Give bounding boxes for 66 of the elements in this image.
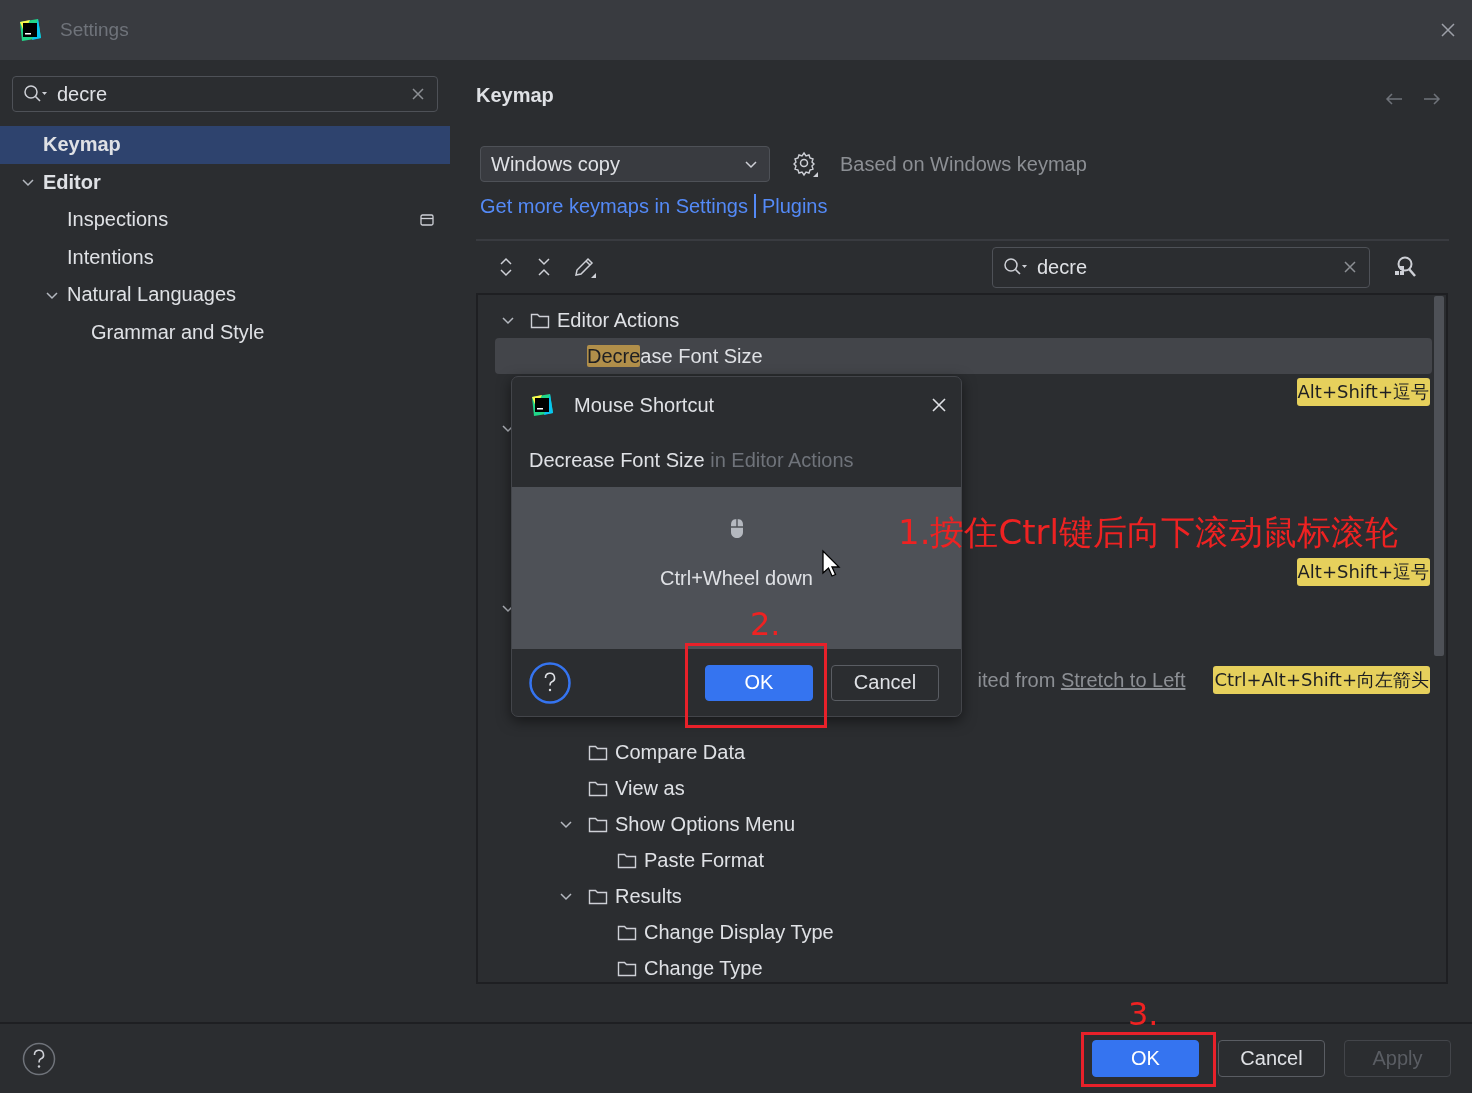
ok-button[interactable]: OK <box>705 664 813 701</box>
cursor-icon <box>821 549 841 579</box>
sidebar-item[interactable]: Inspections <box>0 201 450 239</box>
app-logo-icon <box>18 18 42 42</box>
ok-button[interactable]: OK <box>1092 1040 1199 1077</box>
tree-item[interactable]: View as <box>615 776 685 800</box>
shortcut-badge: Alt+Shift+逗号 <box>1296 558 1430 586</box>
settings-icon[interactable] <box>792 151 818 177</box>
close-icon[interactable] <box>1440 22 1456 38</box>
tree-item[interactable]: Paste Format <box>644 848 765 872</box>
search-icon <box>1003 257 1029 277</box>
forward-arrow-icon[interactable] <box>1422 91 1442 107</box>
window-title: Settings <box>60 19 129 41</box>
tree-item-text: ase Font Size <box>640 344 763 367</box>
sidebar-item[interactable]: Grammar and Style <box>0 313 450 351</box>
tree-item[interactable]: Results <box>615 884 682 908</box>
dialog-title: Mouse Shortcut <box>574 393 715 417</box>
help-icon[interactable] <box>529 661 571 704</box>
page-title: Keymap <box>476 83 554 107</box>
cancel-button[interactable]: Cancel <box>1218 1040 1325 1077</box>
keymap-dropdown[interactable]: Windows copy <box>480 146 770 182</box>
clear-icon[interactable] <box>1343 260 1357 274</box>
shortcut-badge: Ctrl+Alt+Shift+向左箭头 <box>1213 666 1430 694</box>
expand-all-icon[interactable] <box>497 256 515 278</box>
annotation-text: 1.按住Ctrl键后向下滚动鼠标滚轮 <box>898 511 1399 554</box>
sidebar-item[interactable]: Natural Languages <box>0 276 450 314</box>
folder-icon <box>530 311 551 329</box>
scrollbar-thumb[interactable] <box>1434 296 1444 656</box>
folder-icon <box>588 743 609 761</box>
link[interactable]: Get more keymaps in Settings <box>480 194 748 218</box>
tree-item[interactable]: Show Options Menu <box>615 812 796 836</box>
annotation-text: 2. <box>750 605 781 643</box>
sidebar-item[interactable]: Keymap <box>0 126 450 164</box>
search-match: Decre <box>587 344 641 367</box>
folder-icon <box>617 923 638 941</box>
back-arrow-icon[interactable] <box>1384 91 1404 107</box>
search-icon <box>23 84 49 104</box>
shortcut-text: Ctrl+Wheel down <box>660 567 813 590</box>
folder-icon <box>617 959 638 977</box>
tree-row[interactable]: Decrease Font Size <box>495 338 1432 374</box>
folder-icon <box>588 815 609 833</box>
clear-icon[interactable] <box>411 87 425 101</box>
tree-item[interactable]: Editor Actions <box>557 308 680 332</box>
edit-icon[interactable] <box>573 255 597 279</box>
sidebar-item[interactable]: Editor <box>0 163 450 201</box>
help-icon[interactable] <box>22 1041 56 1076</box>
mouse-icon <box>728 517 745 539</box>
collapse-all-icon[interactable] <box>535 256 553 278</box>
annotation-text: 3. <box>1128 995 1159 1033</box>
sidebar-item[interactable]: Intentions <box>0 238 450 276</box>
folder-icon <box>588 779 609 797</box>
tree-item[interactable]: Change Type <box>644 956 763 980</box>
tree-item[interactable]: Compare Data <box>615 740 746 764</box>
action-description: Decrease Font Size in Editor Actions <box>528 448 855 473</box>
app-logo-icon <box>530 393 554 417</box>
link[interactable]: Stretch to Left <box>1060 668 1186 691</box>
link[interactable]: Plugins <box>761 194 828 218</box>
search-field[interactable]: decre <box>12 76 438 112</box>
cancel-button[interactable]: Cancel <box>831 664 939 701</box>
folder-icon <box>617 851 638 869</box>
folder-icon <box>588 887 609 905</box>
shortcut-badge: Alt+Shift+逗号 <box>1296 378 1430 406</box>
search-field[interactable]: decre <box>992 246 1370 288</box>
tree-item[interactable]: Change Display Type <box>644 920 834 944</box>
based-on-text: Based on Windows keymap <box>840 152 1087 176</box>
inherited-note: ited from Stretch to Left <box>977 668 1186 692</box>
